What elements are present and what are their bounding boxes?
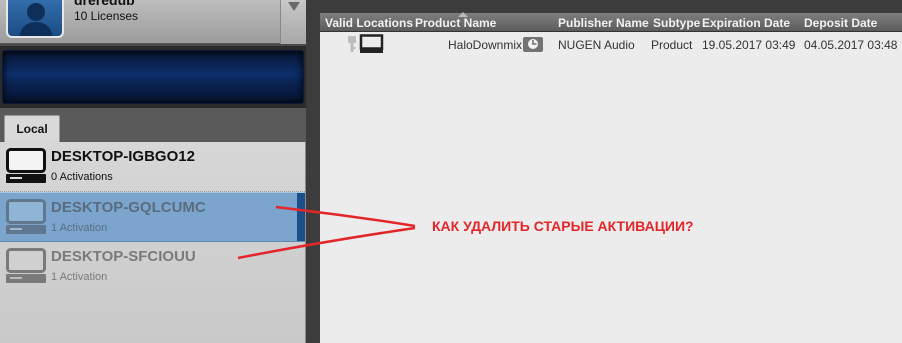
key-icon (348, 36, 356, 52)
computer-icon (359, 34, 384, 53)
table-row[interactable]: HaloDownmix NUGEN Audio Product 19.05.20… (320, 33, 902, 57)
column-header-valid-locations[interactable]: Valid Locations (325, 16, 413, 30)
subtype: Product (651, 38, 693, 52)
selection-indicator (297, 193, 305, 241)
deposit-date: 04.05.2017 03:48 (804, 38, 898, 52)
annotation-text: КАК УДАЛИТЬ СТАРЫЕ АКТИВАЦИИ? (432, 218, 694, 234)
device-item[interactable]: DESKTOP-SFCIOUU 1 Activation (0, 242, 305, 292)
account-header[interactable]: dreredub 10 Licenses (0, 0, 306, 44)
account-dropdown-button[interactable] (280, 0, 306, 44)
left-panel: dreredub 10 Licenses Local DESKTOP-IGBGO… (0, 0, 306, 343)
device-item[interactable]: DESKTOP-GQLCUMC 1 Activation (0, 192, 305, 242)
device-name: DESKTOP-GQLCUMC (51, 199, 206, 216)
device-activations: 0 Activations (51, 171, 113, 183)
tab-local[interactable]: Local (4, 115, 60, 142)
computer-icon (6, 248, 46, 283)
right-panel: Valid Locations Product Name Publisher N… (306, 0, 902, 343)
device-item[interactable]: DESKTOP-IGBGO12 0 Activations (0, 142, 305, 192)
device-activations: 1 Activation (51, 222, 108, 234)
computer-icon (6, 199, 46, 234)
promo-banner (2, 50, 304, 104)
column-header-subtype[interactable]: Subtype (653, 16, 700, 30)
banner-area (0, 46, 306, 108)
location-icons (348, 34, 384, 53)
column-header-product-name[interactable]: Product Name (415, 16, 496, 30)
publisher-name: NUGEN Audio (558, 38, 635, 52)
computer-icon (6, 148, 46, 183)
device-activations: 1 Activation (51, 271, 108, 283)
column-header-deposit-date[interactable]: Deposit Date (804, 16, 877, 30)
sort-indicator-icon (458, 12, 468, 17)
account-name: dreredub (74, 0, 135, 8)
device-name: DESKTOP-SFCIOUU (51, 248, 196, 265)
clock-icon (523, 37, 543, 52)
device-list: DESKTOP-IGBGO12 0 Activations DESKTOP-GQ… (0, 142, 306, 343)
column-header-expiration-date[interactable]: Expiration Date (702, 16, 790, 30)
chevron-down-icon (288, 2, 300, 11)
user-avatar-icon (6, 0, 64, 38)
expiration-date: 19.05.2017 03:49 (702, 38, 796, 52)
location-tabs: Local (0, 108, 306, 142)
product-name: HaloDownmix (448, 38, 523, 52)
device-name: DESKTOP-IGBGO12 (51, 148, 195, 165)
table-header: Valid Locations Product Name Publisher N… (320, 12, 902, 32)
column-header-publisher-name[interactable]: Publisher Name (558, 16, 649, 30)
license-table: Valid Locations Product Name Publisher N… (320, 12, 902, 343)
license-count: 10 Licenses (74, 9, 139, 23)
